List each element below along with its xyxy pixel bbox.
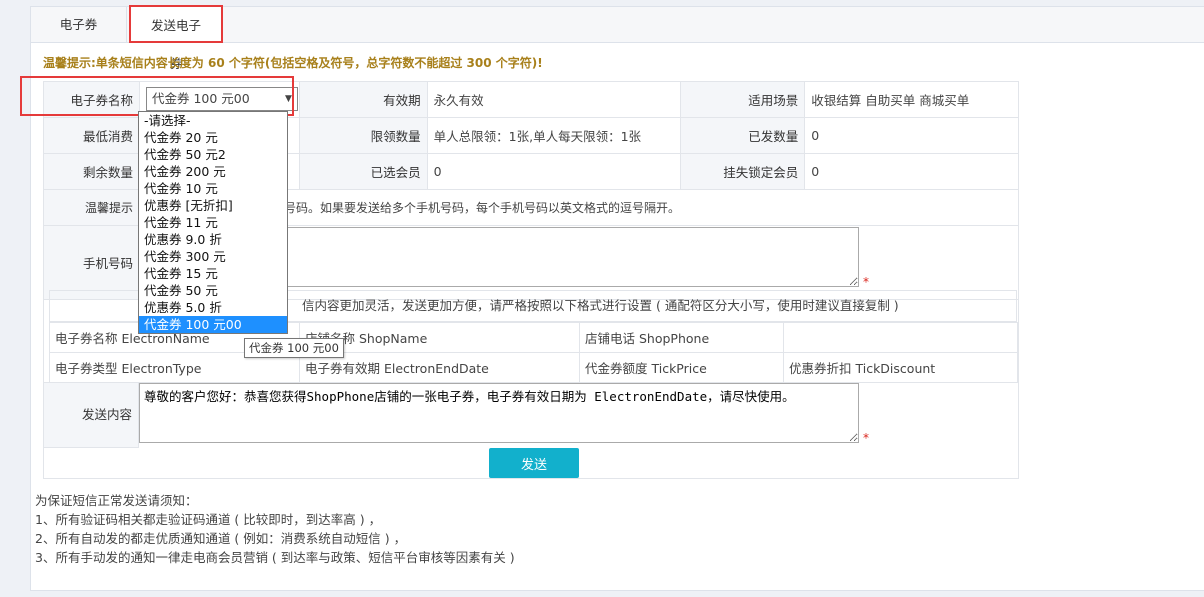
length-notice: 温馨提示:单条短信内容长度为 60 个字符(包括空格及符号，总字符数不能超过 3… [43,56,543,70]
footer-line: 1、所有验证码相关都走验证码通道 ( 比较即时，到达率高 ) ， [35,512,382,527]
validity-value: 永久有效 [426,81,682,118]
selected-members-label: 已选会员 [298,153,428,190]
voucher-name-label: 电子券名称 [43,81,140,118]
dropdown-option[interactable]: 代金券 10 元 [139,180,287,197]
content-label: 发送内容 [43,382,139,448]
wildcard-cell: 代金券额度 TickPrice [579,352,784,383]
tab-bar: 电子券 发送电子券 [31,5,1204,71]
voucher-select-value: 代金券 100 元00 [151,91,250,106]
table-row: 电子券类型 ElectronType 电子券有效期 ElectronEndDat… [49,352,1018,383]
footer-notes: 为保证短信正常发送请须知： 1、所有验证码相关都走验证码通道 ( 比较即时，到达… [35,491,515,567]
validity-label: 有效期 [298,81,428,118]
lost-members-value: 0 [804,153,1019,190]
dropdown-option[interactable]: 优惠券 9.0 折 [139,231,287,248]
min-spend-label: 最低消费 [43,117,140,154]
dropdown-option[interactable]: 代金券 20 元 [139,129,287,146]
limit-label: 限领数量 [298,117,428,154]
dropdown-option[interactable]: 代金券 200 元 [139,163,287,180]
scene-label: 适用场景 [680,81,806,118]
dropdown-option[interactable]: 代金券 11 元 [139,214,287,231]
tip-label: 温馨提示 [43,189,140,226]
footer-line: 3、所有手动发的通知一律走电商会员营销 ( 到达率与政策、短信平台审核等因素有关… [35,550,515,565]
content-input[interactable]: 尊敬的客户您好：恭喜您获得ShopPhone店铺的一张电子券，电子券有效日期为 … [139,383,859,443]
dropdown-option[interactable]: 代金券 300 元 [139,248,287,265]
footer-line: 2、所有自动发的都走优质通知通道 ( 例如：消费系统自动短信 ) ， [35,531,407,546]
tab-send-voucher[interactable]: 发送电子券 [129,5,223,71]
footer-line: 为保证短信正常发送请须知： [35,493,198,508]
issued-value: 0 [804,117,1019,154]
wildcard-cell [783,322,1018,353]
dropdown-option[interactable]: -请选择- [139,112,287,129]
dropdown-option[interactable]: 优惠券 [无折扣] [139,197,287,214]
lost-members-label: 挂失锁定会员 [680,153,806,190]
dropdown-option[interactable]: 代金券 50 元 [139,282,287,299]
content-required-mark: * [863,431,869,445]
voucher-select[interactable]: 代金券 100 元00 ▼ [145,87,298,111]
dropdown-option[interactable]: 优惠券 5.0 折 [139,299,287,316]
limit-value: 单人总限领：1张,单人每天限领：1张 [426,117,682,154]
option-tooltip: 代金券 100 元00 [244,338,344,358]
chevron-down-icon: ▼ [285,94,292,104]
tab-vouchers[interactable]: 电子券 [31,7,127,43]
send-button[interactable]: 发送 [489,448,579,478]
dropdown-option[interactable]: 代金券 15 元 [139,265,287,282]
dropdown-option[interactable]: 代金券 50 元2 [139,146,287,163]
phone-required-mark: * [863,275,869,289]
issued-label: 已发数量 [680,117,806,154]
phone-label: 手机号码 [43,225,140,300]
selected-members-value: 0 [426,153,682,190]
dropdown-option-selected[interactable]: 代金券 100 元00 [139,316,287,333]
scene-value: 收银结算 自助买单 商城买单 [804,81,1019,118]
voucher-dropdown-list[interactable]: -请选择- 代金券 20 元 代金券 50 元2 代金券 200 元 代金券 1… [138,111,288,334]
remaining-label: 剩余数量 [43,153,140,190]
wildcard-cell: 店铺电话 ShopPhone [579,322,784,353]
wildcard-cell: 优惠券折扣 TickDiscount [783,352,1018,383]
